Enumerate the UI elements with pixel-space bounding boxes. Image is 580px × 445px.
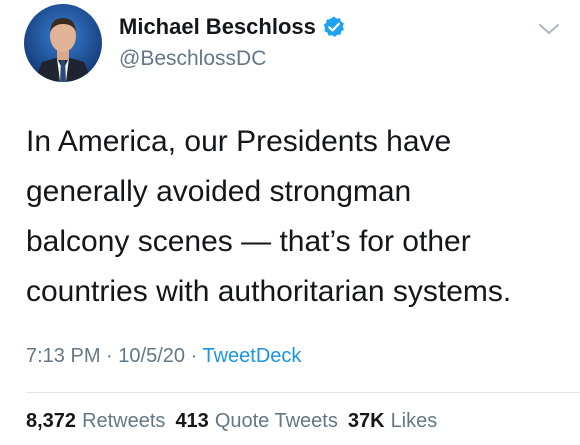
- likes-label: Likes: [390, 410, 438, 432]
- verified-badge-icon: [322, 15, 346, 39]
- meta-separator: ·: [190, 345, 198, 367]
- author-handle[interactable]: @BeschlossDC: [119, 47, 266, 71]
- meta-separator: ·: [106, 345, 113, 367]
- chevron-down-icon[interactable]: [538, 22, 560, 36]
- tweet-text-line: countries with authoritarian systems.: [26, 275, 512, 308]
- retweets-count: 8,372: [26, 410, 77, 432]
- engagement-stats: 8,372 Retweets 413 Quote Tweets 37K Like…: [26, 410, 437, 433]
- quote-tweets-stat[interactable]: 413 Quote Tweets: [175, 410, 337, 433]
- tweet-text: In America, our Presidents have generall…: [26, 117, 566, 317]
- retweets-label: Retweets: [82, 410, 166, 432]
- quote-tweets-label: Quote Tweets: [214, 410, 338, 432]
- display-name[interactable]: Michael Beschloss: [119, 14, 316, 40]
- tweet-source-link[interactable]: TweetDeck: [202, 345, 301, 367]
- likes-stat[interactable]: 37K Likes: [348, 410, 437, 433]
- likes-count: 37K: [347, 410, 385, 432]
- retweets-stat[interactable]: 8,372 Retweets: [26, 410, 165, 433]
- tweet-metadata: 7:13 PM · 10/5/20 · TweetDeck: [26, 345, 301, 368]
- tweet-text-line: In America, our Presidents have: [26, 125, 452, 158]
- tweet-text-line: balcony scenes — that’s for other: [26, 225, 471, 258]
- avatar[interactable]: [24, 4, 102, 82]
- tweet-date[interactable]: 10/5/20: [118, 345, 185, 367]
- tweet-text-line: generally avoided strongman: [26, 175, 412, 208]
- tweet-time[interactable]: 7:13 PM: [26, 345, 100, 367]
- author-name-row[interactable]: Michael Beschloss: [119, 14, 346, 40]
- quote-tweets-count: 413: [175, 410, 209, 432]
- tweet-card: Michael Beschloss @BeschlossDC In Americ…: [0, 0, 580, 445]
- divider: [26, 392, 580, 393]
